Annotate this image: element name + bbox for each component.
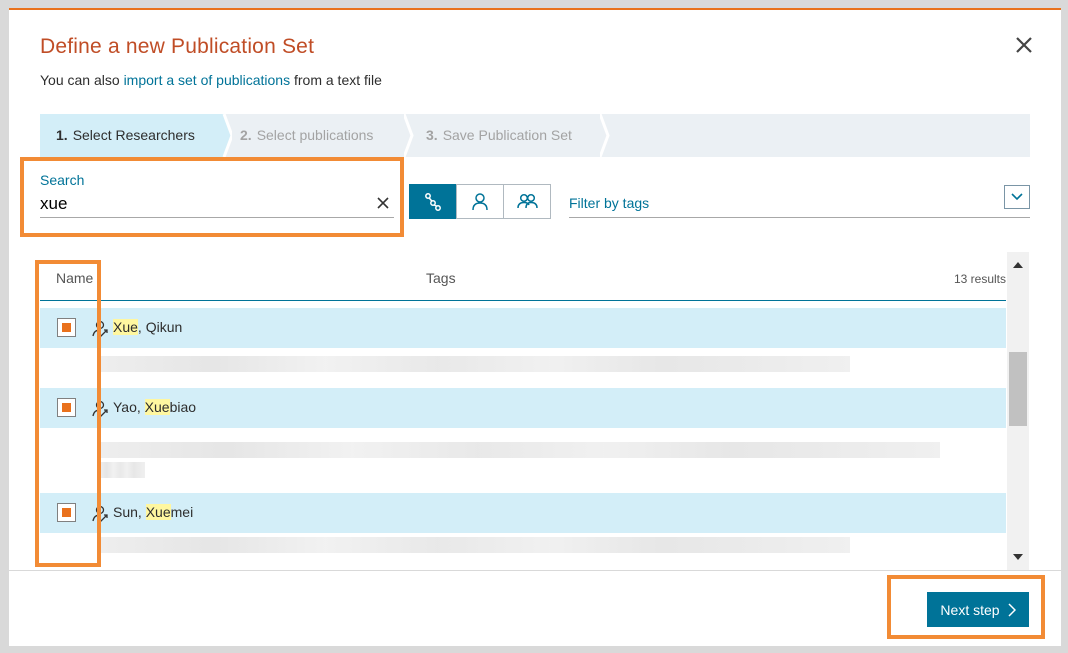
row-header — [40, 308, 1006, 348]
name-match-highlight: Xue — [113, 319, 138, 335]
dialog-title: Define a new Publication Set — [40, 35, 315, 58]
view-toggle-person[interactable] — [456, 184, 504, 219]
step-label: Select Researchers — [72, 127, 195, 143]
wizard-steps: 1. Select Researchers 2. Select publicatio… — [40, 114, 1030, 157]
close-icon[interactable] — [1012, 33, 1036, 57]
redacted-content — [100, 442, 940, 458]
researcher-name[interactable]: Sun, Xuemei — [113, 504, 193, 520]
researcher-name[interactable]: Xue, Qikun — [113, 319, 182, 335]
step-number: 1. — [56, 127, 68, 143]
filter-dropdown-button[interactable] — [1004, 185, 1030, 209]
name-match-highlight: Xue — [144, 399, 170, 415]
chevron-down-icon — [1011, 193, 1023, 201]
name-match-highlight: Xue — [145, 504, 171, 520]
dialog-subtitle: You can also import a set of publication… — [40, 72, 382, 88]
group-icon — [517, 193, 538, 208]
filter-by-tags[interactable]: Filter by tags — [569, 195, 649, 211]
step-label: Save Publication Set — [442, 127, 572, 143]
publication-set-dialog: Define a new Publication Set You can als… — [9, 8, 1061, 646]
filter-underline — [569, 217, 1030, 218]
step-number: 3. — [426, 127, 438, 143]
table-row: Yao, Xuebiao — [40, 388, 1006, 493]
subtitle-suffix: from a text file — [290, 72, 382, 88]
redacted-content — [100, 537, 850, 553]
table-row: Xue, Qikun — [40, 308, 1006, 388]
name-prefix: Yao, — [113, 399, 145, 415]
view-toggle-hierarchy[interactable] — [409, 184, 457, 219]
name-rest: mei — [170, 504, 194, 520]
name-rest: biao — [169, 399, 197, 415]
researcher-name[interactable]: Yao, Xuebiao — [113, 399, 196, 415]
view-toggle-group[interactable] — [503, 184, 551, 219]
next-step-highlight-box — [887, 575, 1045, 639]
scroll-up-icon[interactable] — [1010, 258, 1026, 272]
name-rest: , Qikun — [137, 319, 183, 335]
step-select-publications[interactable]: 2. Select publications — [224, 114, 404, 157]
name-prefix: Sun, — [113, 504, 146, 520]
import-publications-link[interactable]: import a set of publications — [124, 72, 291, 88]
checkbox-column-highlight-box — [35, 260, 101, 567]
step-number: 2. — [240, 127, 252, 143]
footer-divider — [9, 570, 1061, 571]
table-row: Sun, Xuemei — [40, 493, 1006, 570]
hierarchy-icon — [425, 192, 441, 211]
redacted-content — [100, 462, 145, 478]
step-save-publication-set[interactable]: 3. Save Publication Set — [410, 114, 600, 157]
column-header-tags: Tags — [426, 270, 456, 286]
results-count: 13 results — [953, 272, 1006, 286]
step-label: Select publications — [256, 127, 374, 143]
header-divider — [40, 300, 1006, 301]
search-highlight-box — [20, 157, 404, 237]
step-arrow-icon — [600, 114, 610, 157]
step-select-researchers[interactable]: 1. Select Researchers — [40, 114, 218, 157]
scrollbar-thumb[interactable] — [1009, 352, 1027, 426]
redacted-content — [100, 356, 850, 372]
scroll-down-icon[interactable] — [1010, 550, 1026, 564]
subtitle-prefix: You can also — [40, 72, 124, 88]
person-icon — [472, 192, 488, 210]
researchers-table: Name Tags 13 results Xue, Qikun Yao, Xue… — [40, 252, 1006, 570]
